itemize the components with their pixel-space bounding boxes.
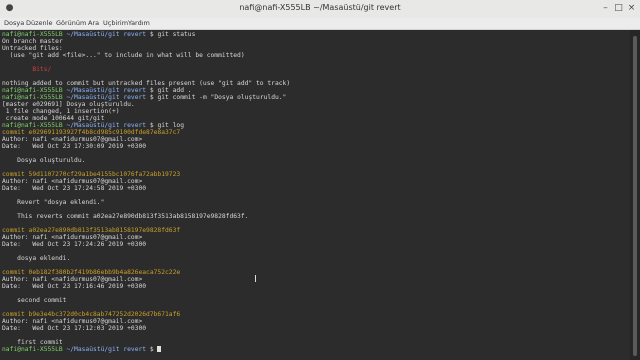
output-line: create mode 100644 git/git [2,115,105,122]
title-bar: ● nafi@nafi-X555LB ~/Masaüstü/git revert… [0,0,640,19]
minimize-icon[interactable]: – [600,3,611,14]
output-line: Author: nafi <nafidurmus07@gmail.com> [2,234,143,241]
prompt-line: nafi@nafi-X555LB ~/Masaüstü/git revert $… [2,31,195,38]
command-text: $ git add . [149,87,192,94]
output-line: Untracked files: [2,45,63,52]
output-line: Author: nafi <nafidurmus07@gmail.com> [2,318,143,325]
menu-ucbirim[interactable]: Uçbirim [103,19,128,27]
output-line: second commit [2,297,67,304]
output-line: Author: nafi <nafidurmus07@gmail.com> [2,178,143,185]
menu-dosya[interactable]: Dosya [4,19,24,27]
prompt-line: nafi@nafi-X555LB ~/Masaüstü/git revert $… [2,122,184,129]
commit-hash-line: commit 0eb182f380b2f419b86ebb9b4a826eaca… [2,269,181,276]
maximize-icon[interactable]: □ [613,3,624,14]
commit-hash-line: commit b9e3e4bc372d0cb4c8ab747252d2026d7… [2,311,181,318]
untracked-file-line: Bits/ [2,66,52,73]
prompt-user: nafi@nafi-X555LB [2,346,63,353]
output-line: On branch master [2,38,63,45]
output-line: Author: nafi <nafidurmus07@gmail.com> [2,136,143,143]
menu-ara[interactable]: Ara [88,19,99,27]
terminal-window: ● nafi@nafi-X555LB ~/Masaüstü/git revert… [0,0,640,360]
prompt-user: nafi@nafi-X555LB [2,122,63,129]
output-line: first commit [2,339,63,346]
command-text: $ [149,346,158,353]
scrollbar[interactable] [630,30,640,360]
prompt-user: nafi@nafi-X555LB [2,87,63,94]
output-line: Revert "dosya eklendi." [2,199,105,206]
commit-hash-line: commit 59d1107270cf29a1be4155bc1076fa72a… [2,171,181,178]
commit-hash-line: commit a02ea27e890db813f3513ab8158197e98… [2,227,181,234]
output-line: Date: Wed Oct 23 17:24:58 2019 +0300 [2,185,147,192]
close-icon[interactable]: × [626,3,637,14]
prompt-path: ~/Masaüstü/git revert [62,346,150,353]
output-line: Dosya oluşturuldu. [2,157,86,164]
output-line: 1 file changed, 1 insertion(+) [2,108,120,115]
terminal-output[interactable]: nafi@nafi-X555LB ~/Masaüstü/git revert $… [0,30,630,360]
prompt-user: nafi@nafi-X555LB [2,31,63,38]
prompt-path: ~/Masaüstü/git revert [62,31,150,38]
output-line: [master e029691] Dosya oluşturuldu. [2,101,135,108]
output-line: Author: nafi <nafidurmus07@gmail.com> [2,276,143,283]
command-text: $ git log [149,122,184,129]
menu-duzenle[interactable]: Düzenle [26,19,52,27]
prompt-path: ~/Masaüstü/git revert [62,94,150,101]
prompt-path: ~/Masaüstü/git revert [62,87,150,94]
window-title: nafi@nafi-X555LB ~/Masaüstü/git revert [239,3,401,12]
output-line: Date: Wed Oct 23 17:30:09 2019 +0300 [2,143,147,150]
prompt-line: nafi@nafi-X555LB ~/Masaüstü/git revert $… [2,94,286,101]
menu-bar: Dosya Düzenle Görünüm Ara Uçbirim Yardım [0,18,640,30]
commit-hash-line: commit e029691193927f4b8cd985c9100dfde87… [2,129,181,136]
text-cursor[interactable] [157,346,162,352]
output-line: Date: Wed Oct 23 17:24:26 2019 +0300 [2,241,147,248]
menu-gorunum[interactable]: Görünüm [56,19,86,27]
command-text: $ git status [149,31,196,38]
output-line: nothing added to commit but untracked fi… [2,80,291,87]
menu-yardim[interactable]: Yardım [128,19,150,27]
output-line: (use "git add <file>..." to include in w… [2,52,245,59]
prompt-path: ~/Masaüstü/git revert [62,122,150,129]
output-line: Date: Wed Oct 23 17:16:46 2019 +0300 [2,283,147,290]
command-text: $ git commit -m "Dosya oluşturuldu." [149,94,287,101]
output-line: dosya eklendi. [2,255,71,262]
prompt-user: nafi@nafi-X555LB [2,94,63,101]
output-line: This reverts commit a02ea27e890db813f351… [2,213,249,220]
mouse-cursor-icon [255,275,259,282]
output-line: Date: Wed Oct 23 17:12:03 2019 +0300 [2,325,147,332]
prompt-line: nafi@nafi-X555LB ~/Masaüstü/git revert $ [2,346,162,353]
scrollbar-thumb[interactable] [633,36,637,356]
prompt-line: nafi@nafi-X555LB ~/Masaüstü/git revert $… [2,87,192,94]
